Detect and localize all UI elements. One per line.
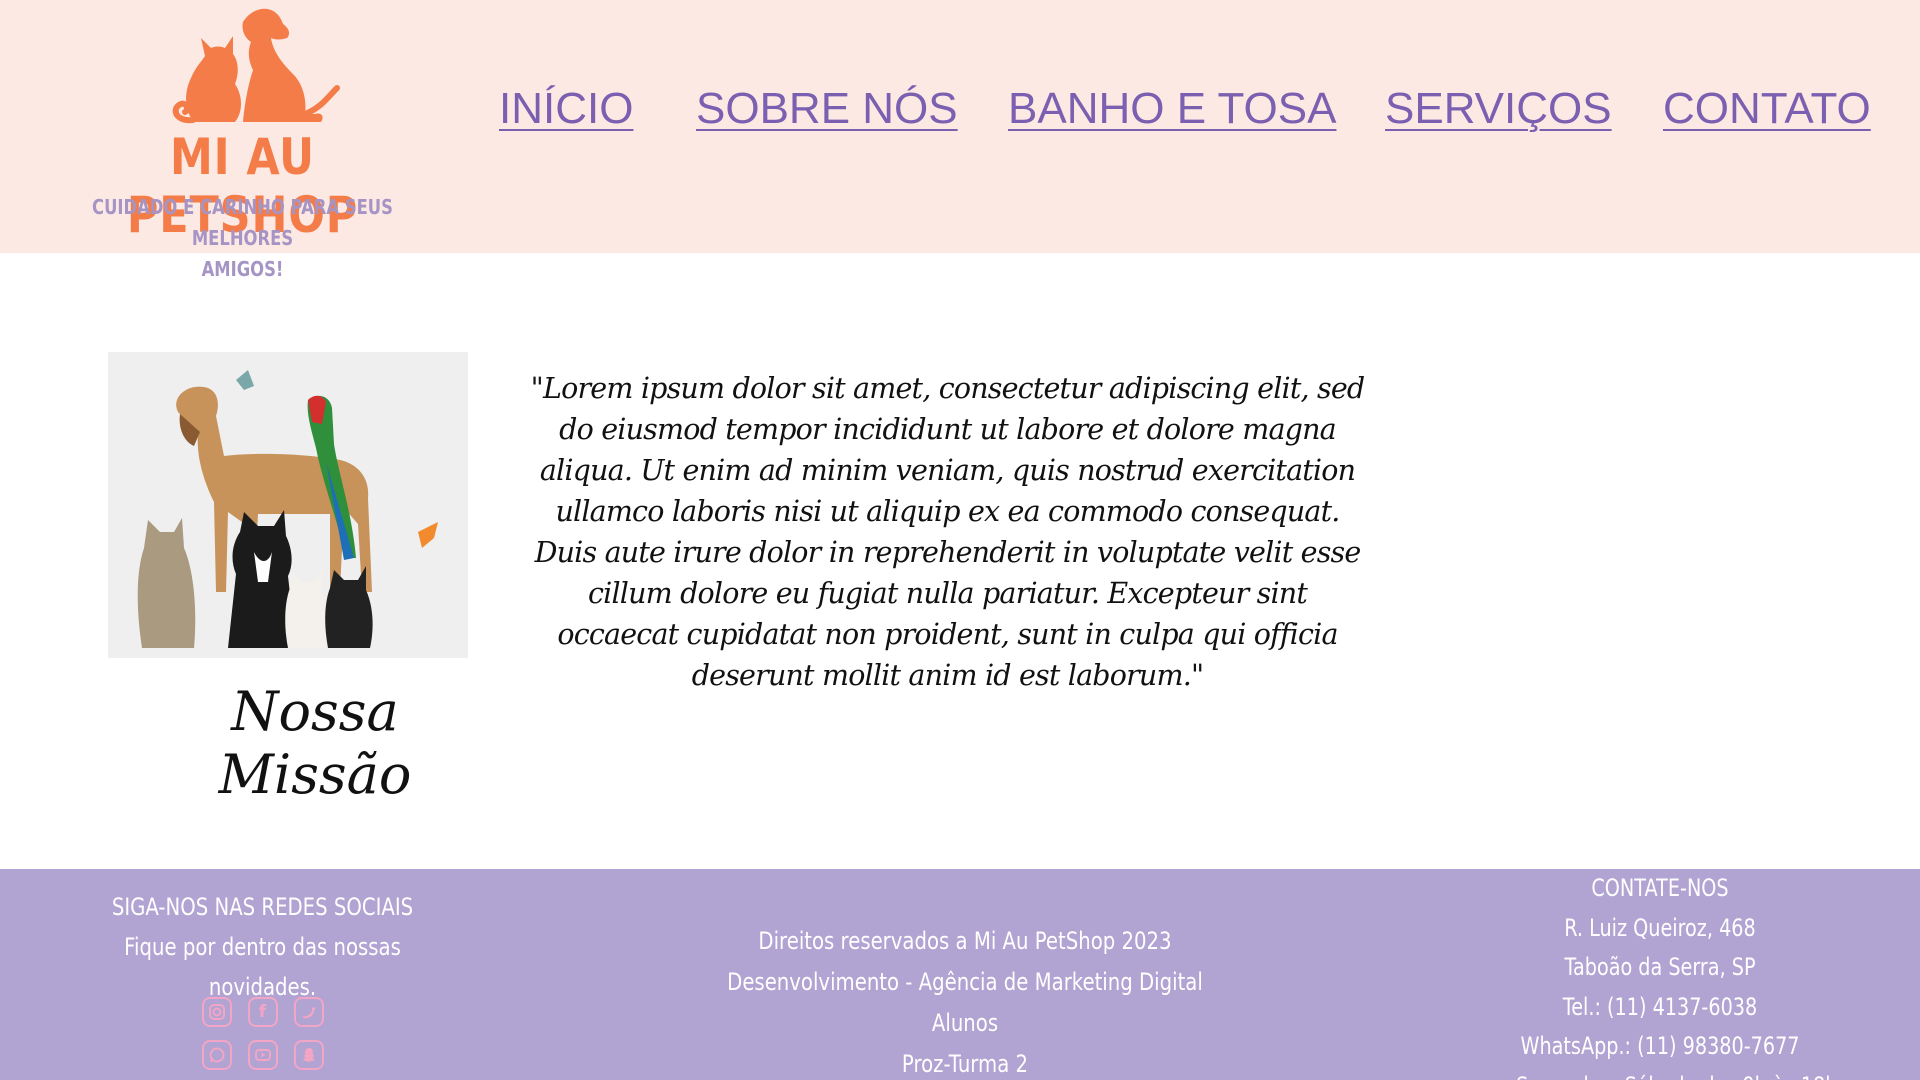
nav-link-banho-e-tosa[interactable]: BANHO E TOSA: [1008, 84, 1336, 134]
nav-link-sobre-nos[interactable]: SOBRE NÓS: [696, 84, 958, 134]
social-icons-row-2: [60, 1040, 465, 1070]
footer-social-section: SIGA-NOS NAS REDES SOCIAIS Fique por den…: [60, 887, 465, 1070]
footer-contact-section: CONTATE-NOS R. Luiz Queiroz, 468 Taboão …: [1480, 869, 1840, 1080]
pets-group-photo: [108, 352, 468, 658]
nav-link-servicos[interactable]: SERVIÇOS: [1385, 84, 1612, 134]
instagram-icon[interactable]: [201, 997, 232, 1027]
contact-whatsapp[interactable]: WhatsApp.: (11) 98380-7677: [1516, 1027, 1804, 1067]
contact-hours: Segunda a Sábado das 9h às 18h: [1516, 1067, 1837, 1080]
site-header: MI AU PETSHOP CUIDADO E CARINHO PARA SEU…: [0, 0, 1920, 281]
site-footer: SIGA-NOS NAS REDES SOCIAIS Fique por den…: [0, 869, 1920, 1080]
brand-tagline: CUIDADO E CARINHO PARA SEUS MELHORES AMI…: [76, 192, 408, 285]
contact-phone[interactable]: Tel.: (11) 4137-6038: [1516, 988, 1804, 1028]
footer-rights-section: Direitos reservados a Mi Au PetShop 2023…: [640, 921, 1290, 1080]
rights-line-3: Proz-Turma 2: [901, 1050, 1029, 1078]
social-subheading: Fique por dentro das nossas novidades.: [124, 933, 401, 1001]
nav-link-contato[interactable]: CONTATO: [1663, 84, 1871, 134]
rights-line-2: Desenvolvimento - Agência de Marketing D…: [727, 968, 1203, 1037]
mission-title: Nossa Missão: [218, 680, 412, 806]
rights-line-1: Direitos reservados a Mi Au PetShop 2023: [758, 927, 1172, 955]
brand-tagline-line1: CUIDADO E CARINHO PARA SEUS MELHORES: [92, 195, 393, 250]
twitter-icon[interactable]: [293, 997, 324, 1027]
whatsapp-icon[interactable]: [201, 1040, 232, 1070]
snapchat-icon[interactable]: [293, 1040, 324, 1070]
social-heading: SIGA-NOS NAS REDES SOCIAIS: [111, 893, 414, 921]
facebook-icon[interactable]: f: [247, 997, 278, 1027]
social-icons-row-1: f: [60, 997, 465, 1027]
brand-tagline-line2: AMIGOS!: [201, 257, 284, 281]
pets-illustration-icon: [108, 352, 468, 658]
contact-heading: CONTATE-NOS: [1591, 874, 1729, 902]
youtube-icon[interactable]: [247, 1040, 278, 1070]
main-navigation: INÍCIO SOBRE NÓS BANHO E TOSA SERVIÇOS C…: [0, 84, 1920, 144]
contact-city: Taboão da Serra, SP: [1564, 953, 1756, 981]
nav-link-inicio[interactable]: INÍCIO: [499, 84, 633, 134]
mission-text: "Lorem ipsum dolor sit amet, consectetur…: [530, 372, 1365, 692]
contact-address: R. Luiz Queiroz, 468: [1564, 913, 1756, 942]
